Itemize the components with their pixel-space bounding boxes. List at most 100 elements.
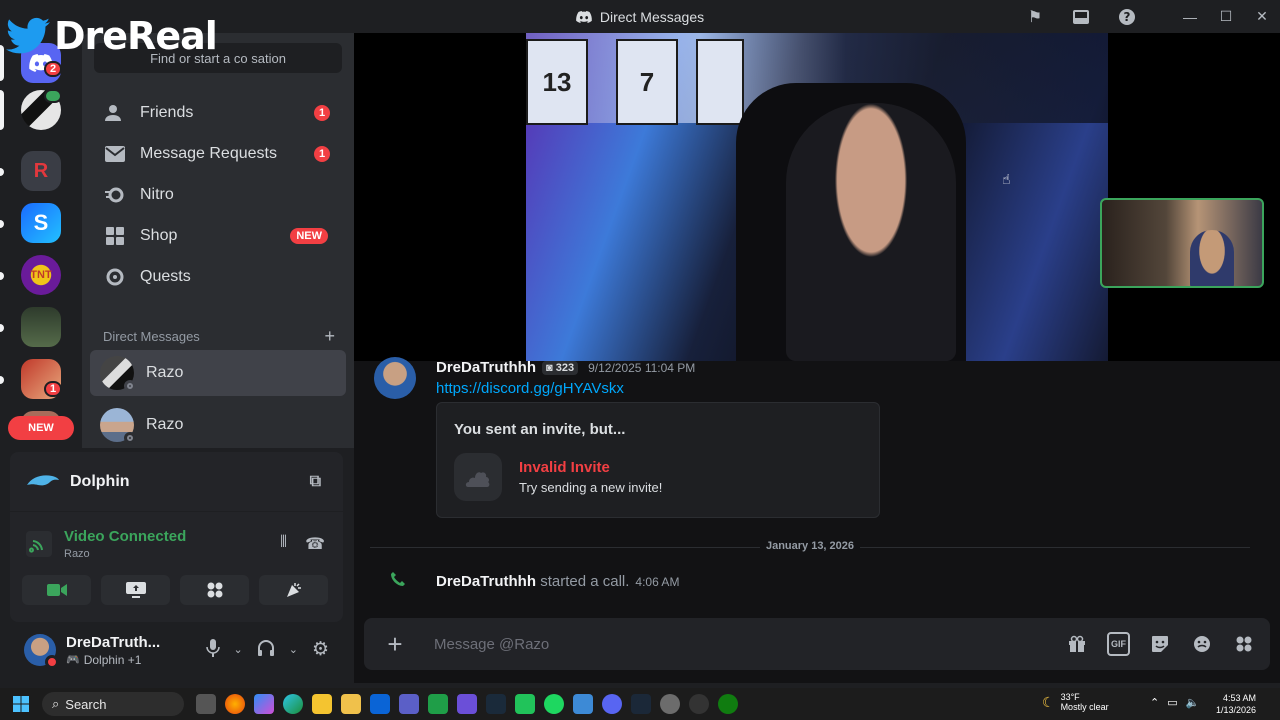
maximize-button[interactable]: ☐: [1208, 0, 1244, 33]
microphone-icon[interactable]: [205, 638, 220, 661]
add-dm-icon[interactable]: +: [324, 326, 335, 347]
headphones-icon[interactable]: [257, 639, 275, 661]
message-author[interactable]: DreDaTruthhh: [436, 359, 536, 376]
dnd-status-icon: [45, 655, 59, 669]
nitro-icon: [104, 184, 126, 206]
gear-icon[interactable]: ⚙: [312, 638, 329, 661]
flag-icon[interactable]: ⚑: [1012, 0, 1058, 33]
server-s[interactable]: S: [21, 203, 61, 243]
sticker-icon[interactable]: [1148, 632, 1172, 656]
photos-icon[interactable]: [573, 694, 593, 714]
nav-message-requests[interactable]: Message Requests 1: [90, 134, 346, 174]
weather-temp: 33°F: [1060, 692, 1080, 702]
soundboard-button[interactable]: [259, 575, 328, 605]
nav-shop[interactable]: Shop NEW: [90, 216, 346, 256]
camera-button[interactable]: [22, 575, 91, 605]
network-icon[interactable]: ▭: [1167, 696, 1177, 709]
friends-badge: 1: [314, 105, 330, 121]
weather-widget[interactable]: ☾ 33°F Mostly clear: [1042, 692, 1109, 712]
chevron-down-icon[interactable]: ⌄: [234, 643, 243, 656]
tag-icon: ◙: [546, 361, 553, 374]
gift-icon[interactable]: [1065, 632, 1089, 656]
disconnect-icon[interactable]: ☎: [305, 534, 325, 554]
discord-logo-icon: [576, 10, 592, 23]
date-divider-label: January 13, 2026: [354, 540, 1266, 552]
explorer-icon[interactable]: [312, 694, 332, 714]
nav-label: Friends: [140, 104, 194, 121]
avatar: [100, 356, 136, 392]
message-input[interactable]: [434, 632, 1034, 656]
firefox-icon[interactable]: [225, 694, 245, 714]
activities-button[interactable]: [180, 575, 249, 605]
new-servers-pill[interactable]: NEW: [8, 416, 74, 440]
system-tray: ⌃ ▭ 🔈: [1150, 696, 1199, 709]
help-icon[interactable]: ?: [1104, 0, 1150, 33]
user-panel: DreDaTruth... 🎮 Dolphin +1 ⌄ ⌄ ⚙: [10, 624, 343, 676]
wall-jersey-image: 7: [616, 39, 678, 125]
obs-icon[interactable]: [689, 694, 709, 714]
inbox-icon[interactable]: [1058, 0, 1104, 33]
emoji-icon[interactable]: [1190, 632, 1214, 656]
outlook-icon[interactable]: [370, 694, 390, 714]
video-connected-label: Video Connected: [64, 528, 187, 545]
xbox-icon[interactable]: [718, 694, 738, 714]
invite-link[interactable]: https://discord.gg/gHYAVskx: [436, 380, 624, 397]
edge-icon[interactable]: [283, 694, 303, 714]
weather-moon-icon: ☾: [1042, 693, 1055, 710]
dm-item-razo-2[interactable]: Razo: [90, 402, 346, 448]
activity-launch-icon[interactable]: ⧉: [310, 473, 321, 491]
screen-share-button[interactable]: [101, 575, 170, 605]
connection-signal-icon: [26, 531, 52, 557]
nav-nitro[interactable]: Nitro: [90, 175, 346, 215]
gif-icon[interactable]: GIF: [1107, 632, 1130, 656]
app-icon-purple[interactable]: [457, 694, 477, 714]
close-button[interactable]: ✕: [1244, 0, 1280, 33]
taskbar-search-label: Search: [65, 696, 107, 712]
taskbar-search[interactable]: ⌕ Search: [42, 692, 184, 716]
teams-icon[interactable]: [399, 694, 419, 714]
server-tnt[interactable]: TNT: [21, 255, 61, 295]
main-video-feed[interactable]: 13 7: [526, 33, 1108, 361]
chevron-down-icon[interactable]: ⌄: [289, 643, 298, 656]
search-icon: ⌕: [52, 696, 60, 711]
invite-embed: You sent an invite, but... Invalid Invit…: [436, 402, 880, 518]
main-chat: 13 7 ☝ DreDaTruthhh ◙ 323 9/12/2025 11:0…: [354, 33, 1280, 683]
dolphin-app-icon[interactable]: [486, 694, 506, 714]
streamer-watermark: DreReal: [6, 14, 218, 58]
call-author[interactable]: DreDaTruthhh: [436, 573, 536, 590]
guild-tag[interactable]: ◙ 323: [542, 360, 579, 375]
store-icon[interactable]: [341, 694, 361, 714]
volume-icon[interactable]: 🔈: [1186, 696, 1200, 709]
chevron-up-icon[interactable]: ⌃: [1150, 696, 1159, 709]
activity-row: Dolphin ⧉: [10, 452, 343, 512]
discord-taskbar-icon[interactable]: [602, 694, 622, 714]
noise-suppression-icon[interactable]: ⦀: [280, 534, 287, 554]
spotify-icon[interactable]: [544, 694, 564, 714]
settings-icon[interactable]: [660, 694, 680, 714]
activities-icon: [207, 582, 222, 598]
server-avatar[interactable]: [21, 307, 61, 347]
dm-name: Razo: [146, 416, 184, 433]
copilot-icon[interactable]: [254, 694, 274, 714]
dm-item-razo[interactable]: Razo: [90, 350, 346, 396]
self-video-preview[interactable]: [1100, 198, 1264, 288]
pointer-cursor: ☝: [1002, 171, 1011, 187]
twitter-bird-icon: [6, 17, 50, 54]
apps-icon[interactable]: [1232, 632, 1256, 656]
tag-label: 323: [555, 361, 575, 374]
server-rl[interactable]: R: [21, 151, 61, 191]
taskbar-clock[interactable]: 4:53 AM 1/13/2026: [1216, 692, 1256, 716]
avatar[interactable]: [24, 634, 59, 669]
steam-icon[interactable]: [631, 694, 651, 714]
unread-indicator: [0, 324, 4, 332]
attach-plus-icon[interactable]: +: [382, 629, 408, 659]
active-indicator: [0, 45, 4, 81]
avatar[interactable]: [374, 357, 416, 399]
taskview-icon[interactable]: [196, 694, 216, 714]
nav-quests[interactable]: Quests: [90, 257, 346, 297]
minimize-button[interactable]: —: [1172, 0, 1208, 33]
windows-start-button[interactable]: [4, 688, 38, 720]
nav-friends[interactable]: Friends 1: [90, 93, 346, 133]
app-icon-green[interactable]: [428, 694, 448, 714]
app-icon-green-2[interactable]: [515, 694, 535, 714]
